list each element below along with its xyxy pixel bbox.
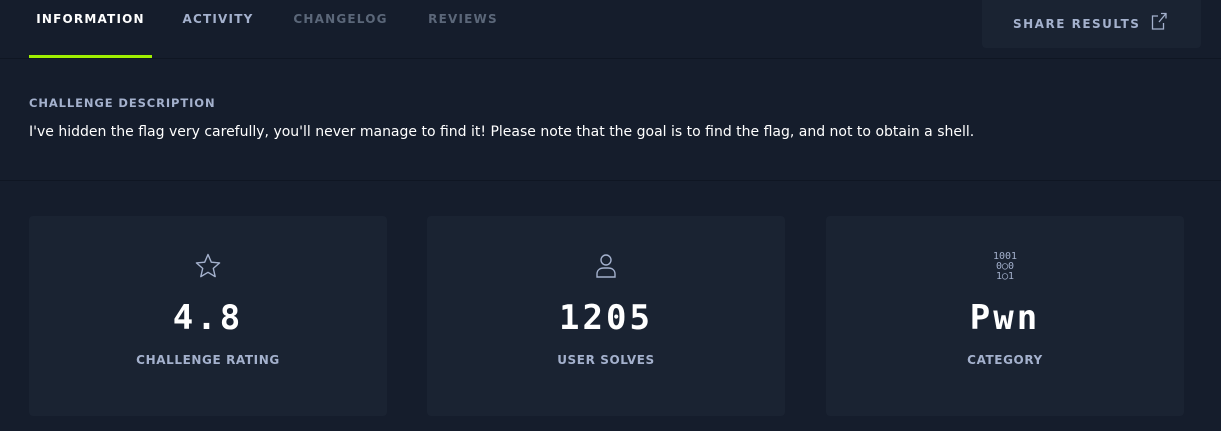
description-text: I've hidden the flag very carefully, you… [29,124,975,140]
share-results-button[interactable]: SHARE RESULTS [982,0,1201,48]
description-heading: CHALLENGE DESCRIPTION [29,96,216,110]
star-icon [29,252,387,280]
share-results-label: SHARE RESULTS [1013,17,1141,31]
rating-value: 4.8 [172,298,244,338]
challenge-info-page: INFORMATION ACTIVITY CHANGELOG REVIEWS S… [0,0,1221,431]
tab-changelog[interactable]: CHANGELOG [290,0,391,58]
solves-label: USER SOLVES [557,353,655,367]
tab-reviews[interactable]: REVIEWS [426,0,500,58]
binary-icon: 1001 0◯0 1◯1 [992,251,1018,282]
category-label: CATEGORY [967,353,1043,367]
category-value: Pwn [969,298,1041,338]
solves-value: 1205 [559,298,653,338]
category-card: 1001 0◯0 1◯1 Pwn CATEGORY [826,216,1184,416]
tab-activity[interactable]: ACTIVITY [180,0,256,58]
challenge-description-section: CHALLENGE DESCRIPTION I've hidden the fl… [0,59,1221,181]
tab-information[interactable]: INFORMATION [29,0,152,58]
tab-bar: INFORMATION ACTIVITY CHANGELOG REVIEWS S… [0,0,1221,59]
external-link-icon [1151,12,1168,30]
challenge-rating-card: 4.8 CHALLENGE RATING [29,216,387,416]
user-solves-card: 1205 USER SOLVES [427,216,785,416]
user-icon [427,252,785,280]
rating-label: CHALLENGE RATING [136,353,280,367]
